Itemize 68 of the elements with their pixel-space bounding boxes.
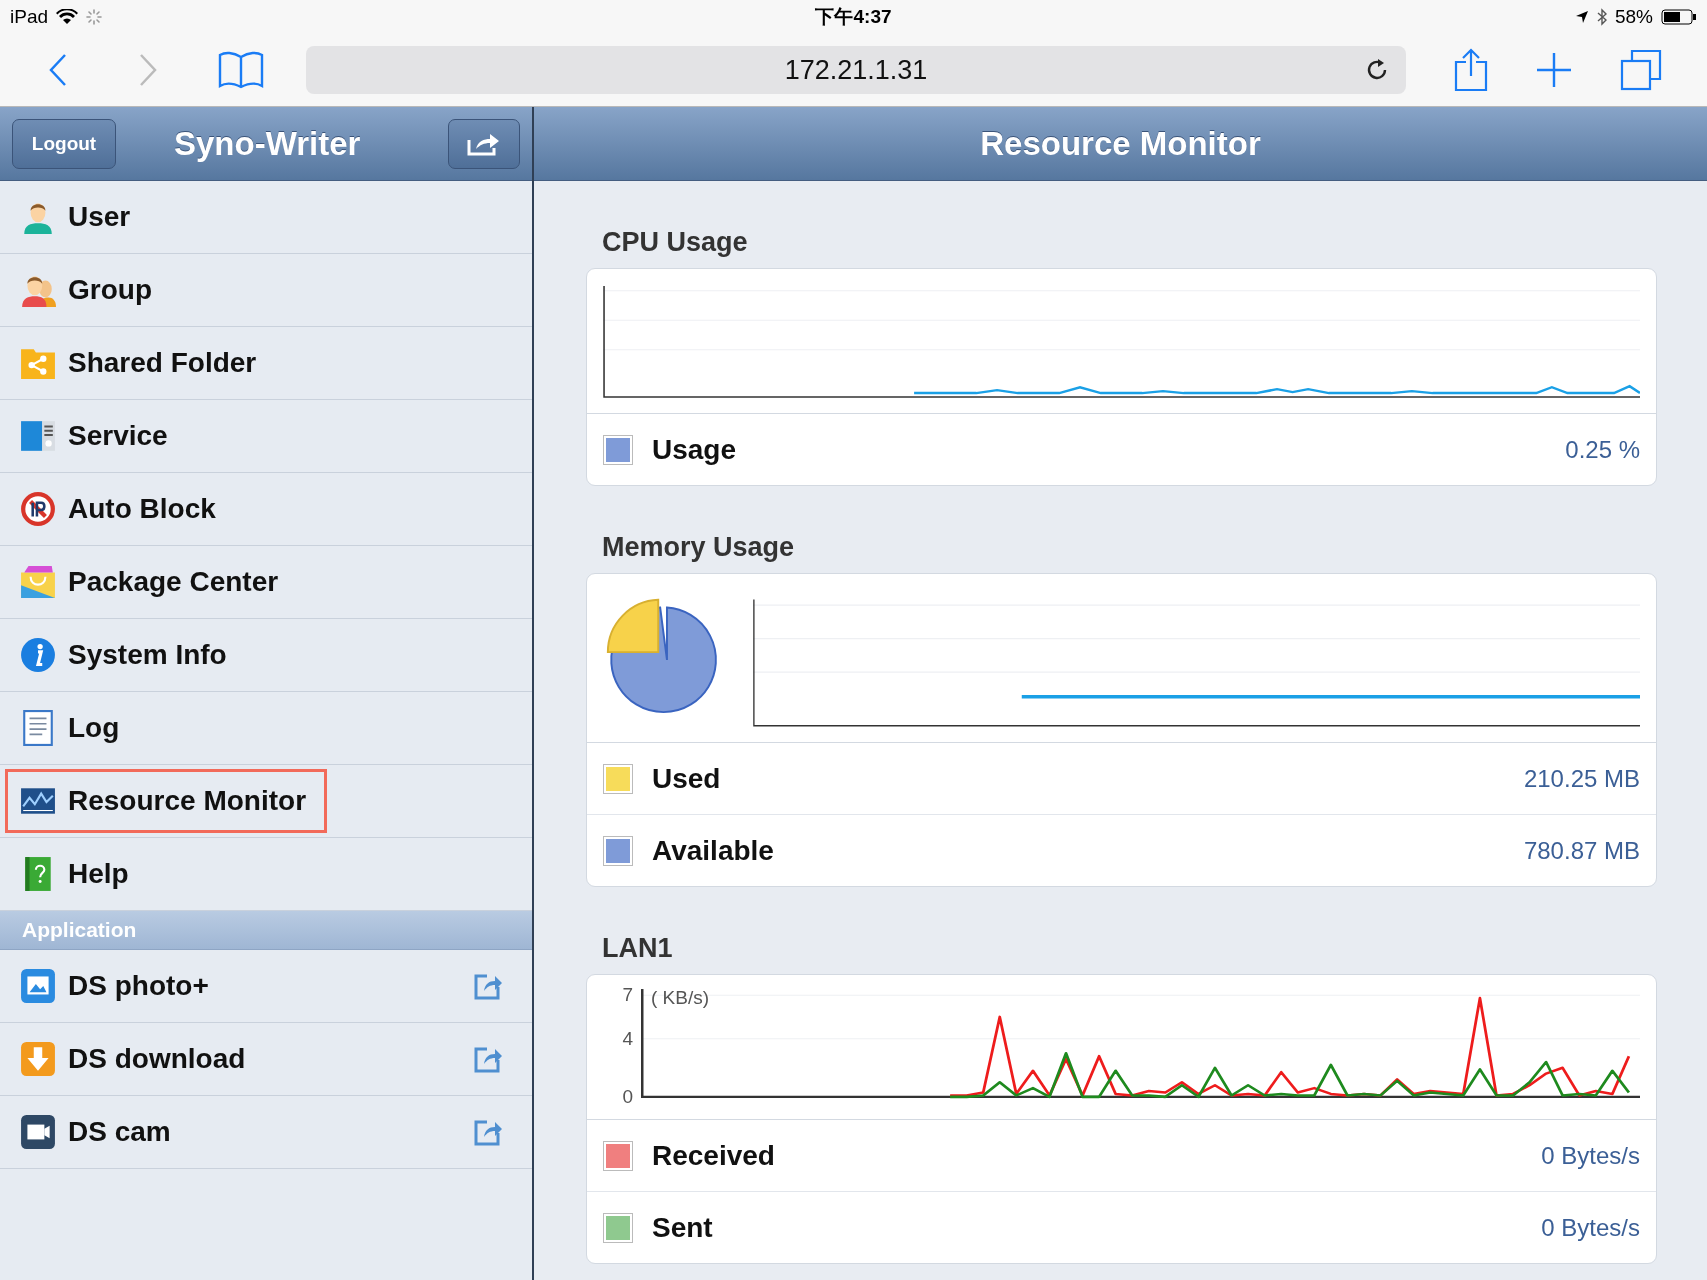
battery-percent: 58% (1614, 6, 1653, 28)
axis-tick-label: 4 (622, 1027, 633, 1050)
wifi-icon (56, 9, 79, 25)
plus-icon[interactable] (1536, 52, 1572, 88)
app-title: Syno-Writer (174, 124, 361, 163)
legend-label: Available (652, 834, 774, 867)
address-field[interactable]: 172.21.1.31 (306, 46, 1406, 94)
legend-value: 0 Bytes/s (1541, 1213, 1640, 1242)
menu-label: Log (68, 712, 120, 744)
share-button[interactable] (448, 118, 520, 169)
bluetooth-icon (1596, 8, 1607, 26)
document-list-icon (20, 710, 56, 746)
axis-tick-label: 0 (622, 1085, 633, 1108)
app-item[interactable]: DS cam (0, 1096, 532, 1169)
legend-value: 0.25 % (1565, 435, 1640, 464)
clock: 下午4:37 (815, 5, 892, 29)
legend-label: Used (652, 762, 721, 795)
prohibited-ip-icon (20, 491, 56, 527)
sidebar-item[interactable]: Group (0, 254, 532, 327)
device-name: iPad (10, 6, 49, 28)
menu-label: Package Center (68, 566, 279, 598)
share-icon[interactable] (1454, 48, 1488, 92)
shopping-bag-icon (20, 564, 56, 600)
location-arrow-icon (1574, 10, 1589, 24)
menu-label: User (68, 201, 131, 233)
camera-app-icon (20, 1114, 56, 1150)
sidebar-item[interactable]: System Info (0, 619, 532, 692)
page-title: Resource Monitor (980, 124, 1261, 163)
photo-app-icon (20, 968, 56, 1004)
app-item[interactable]: DS download (0, 1023, 532, 1096)
sidebar-item[interactable]: Auto Block (0, 473, 532, 546)
legend-label: Received (652, 1139, 775, 1172)
tabs-icon[interactable] (1620, 49, 1662, 91)
section-header: Application (0, 911, 532, 950)
sidebar-item[interactable]: User (0, 181, 532, 254)
menu-label: System Info (68, 639, 227, 671)
logout-button[interactable]: Logout (12, 118, 116, 169)
section-title: CPU Usage (601, 226, 749, 259)
sidebar-item[interactable]: Package Center (0, 546, 532, 619)
back-icon[interactable] (48, 53, 68, 87)
spinner-icon (86, 9, 103, 25)
legend-value: 780.87 MB (1523, 836, 1640, 865)
section-title: Memory Usage (601, 531, 796, 564)
app-item[interactable]: DS photo+ (0, 950, 532, 1023)
menu-label: DS cam (68, 1116, 171, 1148)
menu-label: Shared Folder (68, 347, 257, 379)
axis-unit-label: ( KB/s) (651, 987, 710, 1009)
legend-value: 210.25 MB (1523, 764, 1640, 793)
section-title: LAN1 (601, 932, 674, 965)
legend-label: Usage (652, 433, 737, 466)
menu-label: DS photo+ (68, 970, 209, 1002)
bookmarks-icon[interactable] (218, 51, 264, 89)
menu-label: Help (68, 858, 129, 890)
info-icon (20, 637, 56, 673)
menu-label: Auto Block (68, 493, 216, 525)
menu-label: Resource Monitor (68, 785, 307, 817)
download-app-icon (20, 1041, 56, 1077)
battery-icon (1661, 9, 1697, 25)
legend-label: Sent (652, 1211, 713, 1244)
menu-label: DS download (68, 1043, 246, 1075)
sidebar-item[interactable]: Log (0, 692, 532, 765)
menu-label: Service (68, 420, 168, 452)
service-panel-icon (20, 418, 56, 454)
sidebar-item[interactable]: Shared Folder (0, 327, 532, 400)
legend-value: 0 Bytes/s (1541, 1141, 1640, 1170)
sidebar-item[interactable]: Service (0, 400, 532, 473)
axis-tick-label: 7 (622, 984, 633, 1007)
menu-label: Group (68, 274, 152, 306)
